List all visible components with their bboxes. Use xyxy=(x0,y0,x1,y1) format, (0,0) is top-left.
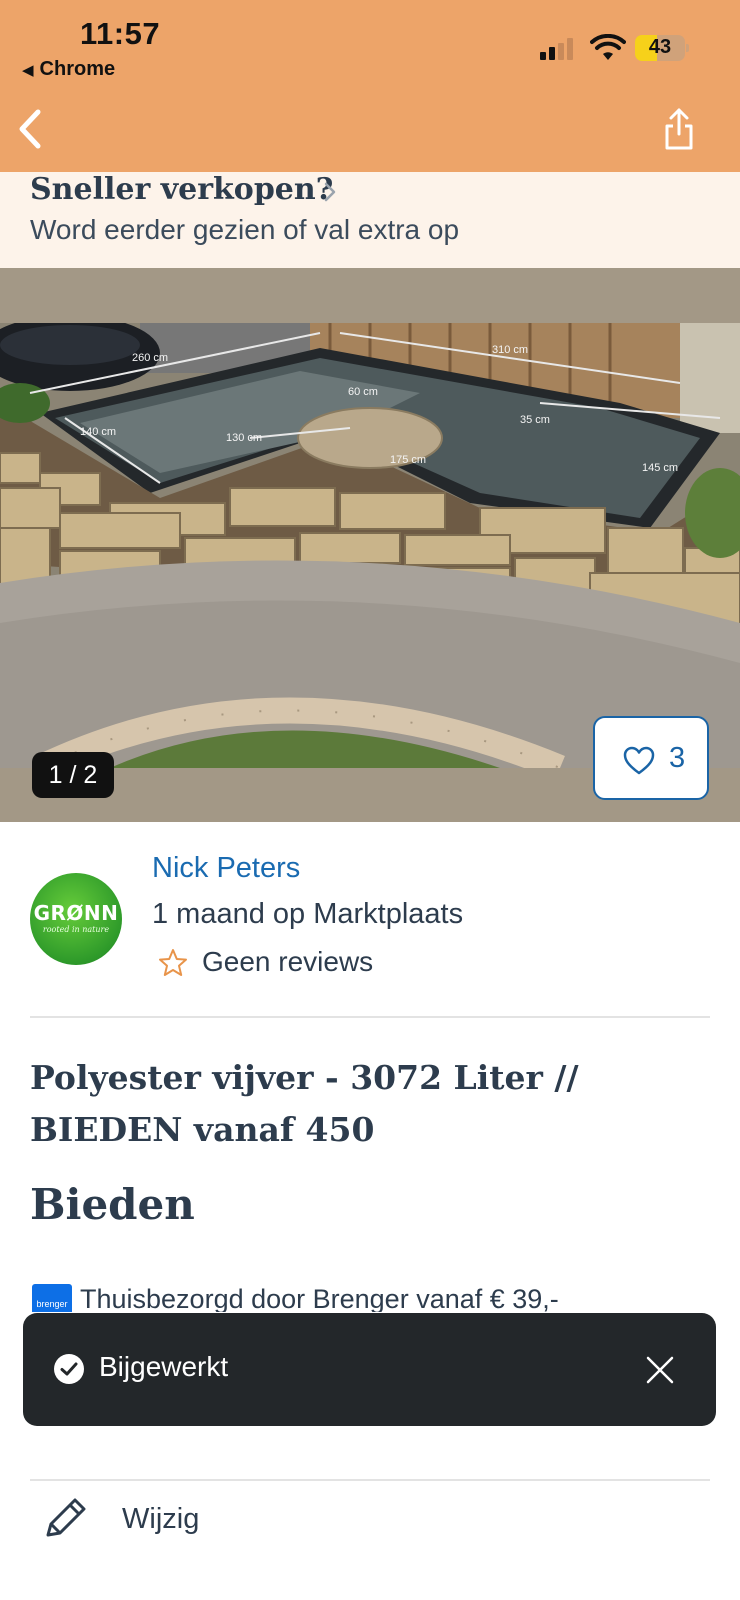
favorite-count: 3 xyxy=(669,742,686,774)
divider xyxy=(30,1016,710,1018)
battery-level: 43 xyxy=(648,36,672,58)
delivery-info[interactable]: brenger Thuisbezorgd door Brenger vanaf … xyxy=(32,1284,712,1312)
heart-icon xyxy=(623,746,655,775)
back-to-app-link[interactable]: ◀ Chrome xyxy=(22,58,115,81)
promo-banner[interactable]: Sneller verkopen? Word eerder gezien of … xyxy=(0,172,740,268)
promo-title: Sneller verkopen? xyxy=(30,172,334,207)
toast-notification: Bijgewerkt xyxy=(23,1313,716,1426)
back-app-label: Chrome xyxy=(39,58,116,80)
battery-icon: 43 xyxy=(635,35,689,61)
cellular-signal-icon xyxy=(540,38,578,60)
status-time: 11:57 xyxy=(80,16,161,51)
photo-counter: 1 / 2 xyxy=(32,752,114,798)
chevron-right-icon xyxy=(324,182,336,202)
photo-label: 145 cm xyxy=(642,462,678,474)
seller-avatar[interactable]: GRØNN rooted in nature xyxy=(30,873,122,965)
photo-label: 310 cm xyxy=(492,344,528,356)
favorite-button[interactable]: 3 xyxy=(593,716,709,800)
avatar-logo-text: GRØNN xyxy=(33,901,119,925)
share-icon[interactable] xyxy=(662,106,696,152)
check-circle-icon xyxy=(54,1354,84,1384)
listing-title: Polyester vijver - 3072 Liter // BIEDEN … xyxy=(30,1058,579,1149)
close-icon[interactable] xyxy=(645,1355,675,1385)
top-bar: 11:57 ◀ Chrome 43 xyxy=(0,0,740,172)
toast-message: Bijgewerkt xyxy=(99,1351,229,1382)
delivery-text: Thuisbezorgd door Brenger vanaf € 39,- xyxy=(80,1284,559,1312)
listing-photo[interactable]: 260 cm 310 cm 60 cm 140 cm 130 cm 35 cm … xyxy=(0,323,740,768)
brenger-logo-icon: brenger xyxy=(32,1284,72,1312)
seller-membership: 1 maand op Marktplaats xyxy=(152,898,464,930)
seller-reviews[interactable]: Geen reviews xyxy=(202,946,373,978)
edit-button[interactable]: Wijzig xyxy=(122,1503,199,1537)
photo-label: 60 cm xyxy=(348,386,378,398)
chevron-left-icon[interactable] xyxy=(14,108,48,150)
photo-label: 140 cm xyxy=(80,426,116,438)
photo-label: 175 cm xyxy=(390,454,426,466)
star-icon xyxy=(159,949,187,976)
wifi-icon xyxy=(590,34,626,60)
pencil-icon[interactable] xyxy=(42,1495,94,1539)
photo-label: 260 cm xyxy=(132,352,168,364)
divider xyxy=(30,1479,710,1481)
listing-price: Bieden xyxy=(30,1180,195,1229)
seller-name-link[interactable]: Nick Peters xyxy=(152,852,300,885)
photo-gallery[interactable]: 260 cm 310 cm 60 cm 140 cm 130 cm 35 cm … xyxy=(0,268,740,822)
photo-label: 35 cm xyxy=(520,414,550,426)
promo-subtitle: Word eerder gezien of val extra op xyxy=(30,214,460,245)
avatar-tagline: rooted in nature xyxy=(42,925,110,934)
photo-label: 130 cm xyxy=(226,432,262,444)
